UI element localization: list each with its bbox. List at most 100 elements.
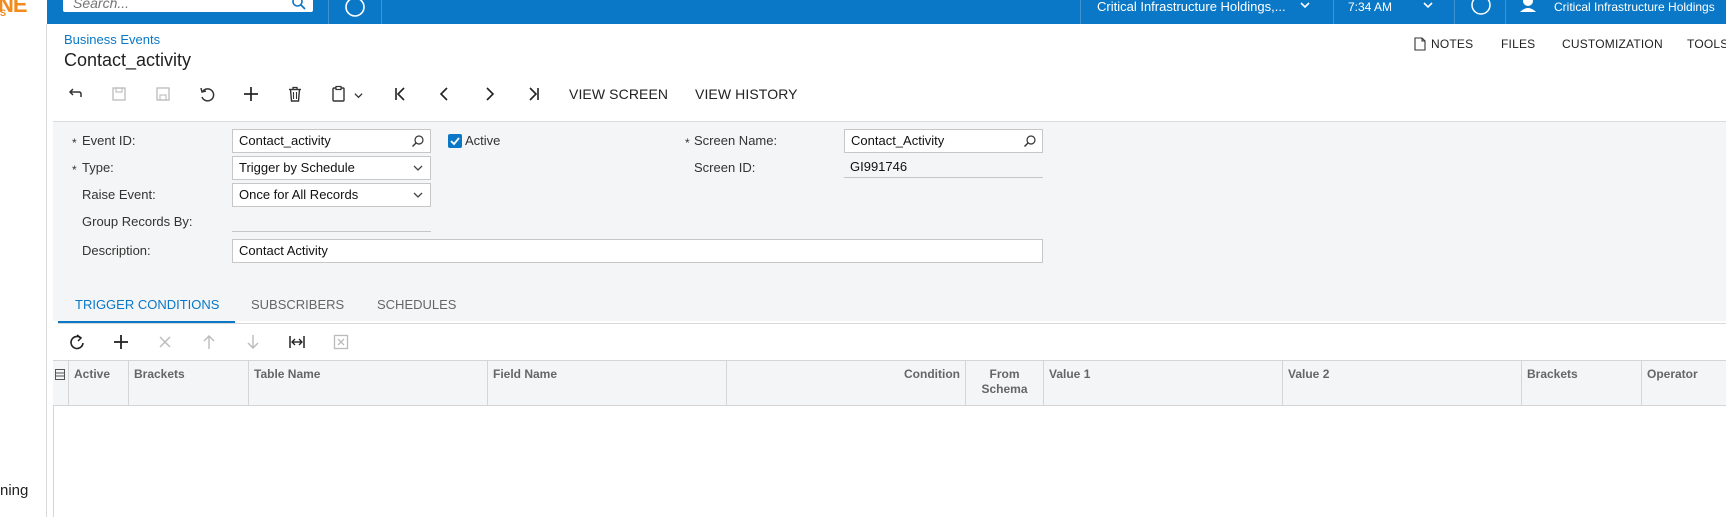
company-logo[interactable]: NE S	[0, 0, 47, 24]
customization-button[interactable]: CUSTOMIZATION	[1562, 37, 1663, 51]
first-record-button[interactable]	[386, 80, 416, 108]
active-label[interactable]: Active	[465, 133, 500, 148]
fit-columns-button[interactable]	[282, 328, 312, 356]
search-icon[interactable]	[291, 0, 307, 11]
required-marker: *	[72, 136, 77, 150]
last-record-button[interactable]	[518, 80, 548, 108]
group-records-label: Group Records By:	[82, 214, 193, 229]
group-records-field[interactable]	[232, 210, 431, 232]
tab-bar: TRIGGER CONDITIONS SUBSCRIBERS SCHEDULES	[58, 292, 1726, 324]
nav-item-label[interactable]: ning	[0, 482, 28, 499]
event-id-field[interactable]: Contact_activity	[232, 129, 431, 153]
tools-button[interactable]: TOOLS	[1687, 37, 1726, 51]
copy-paste-menu[interactable]	[324, 80, 368, 108]
column-selector[interactable]	[53, 361, 69, 406]
arrow-down-icon	[247, 335, 259, 349]
move-down-button[interactable]	[238, 328, 268, 356]
save-icon	[156, 87, 170, 101]
files-button[interactable]: FILES	[1501, 37, 1535, 51]
last-icon	[529, 87, 539, 101]
back-button[interactable]	[60, 80, 90, 108]
refresh-undo-icon	[200, 87, 215, 102]
checkmark-icon	[450, 137, 460, 146]
delete-button[interactable]	[280, 80, 310, 108]
plus-icon	[244, 87, 258, 101]
tab-trigger-conditions[interactable]: TRIGGER CONDITIONS	[58, 292, 235, 324]
plus-icon	[114, 335, 128, 349]
summary-form: * Event ID: Contact_activity Active * Sc…	[53, 121, 1726, 321]
screen-id-label: Screen ID:	[694, 160, 756, 175]
grid-header: Active Brackets Table Name Field Name Co…	[53, 360, 1726, 406]
column-header-brackets-close[interactable]: Brackets	[1522, 361, 1642, 406]
left-navigation: ning	[0, 24, 47, 517]
active-checkbox[interactable]	[448, 134, 462, 148]
screen-name-field[interactable]: Contact_Activity	[844, 129, 1043, 153]
user-avatar-icon	[1520, 0, 1536, 12]
column-header-value-2[interactable]: Value 2	[1283, 361, 1522, 406]
fit-width-icon	[289, 336, 305, 348]
tab-subscribers[interactable]: SUBSCRIBERS	[251, 292, 344, 324]
raise-event-select[interactable]: Once for All Records	[232, 183, 431, 207]
global-search[interactable]	[63, 0, 313, 12]
help-icon[interactable]	[1470, 0, 1492, 16]
screen-id-value: GI991746	[844, 156, 1043, 178]
next-record-button[interactable]	[474, 80, 504, 108]
chevron-down-icon	[413, 165, 423, 171]
type-label: Type:	[82, 160, 114, 175]
column-header-from-schema[interactable]: From Schema	[966, 361, 1044, 406]
required-marker: *	[72, 163, 77, 177]
export-excel-button[interactable]	[326, 328, 356, 356]
excel-icon	[333, 334, 349, 350]
save-button[interactable]	[148, 80, 178, 108]
column-header-operator[interactable]: Operator	[1642, 361, 1726, 406]
description-label: Description:	[82, 243, 151, 258]
type-select[interactable]: Trigger by Schedule	[232, 156, 431, 180]
description-field[interactable]: Contact Activity	[232, 239, 1043, 263]
cancel-button[interactable]	[192, 80, 222, 108]
view-screen-button[interactable]: VIEW SCREEN	[569, 86, 668, 102]
page-title: Contact_activity	[64, 50, 192, 70]
delete-row-button[interactable]	[150, 328, 180, 356]
user-name: Critical Infrastructure Holdings	[1554, 0, 1715, 14]
column-header-active[interactable]: Active	[69, 361, 129, 406]
note-icon	[1414, 37, 1426, 51]
recent-history-icon[interactable]	[340, 0, 370, 22]
raise-event-value: Once for All Records	[239, 187, 359, 202]
screen-name-value: Contact_Activity	[851, 133, 945, 148]
column-header-condition[interactable]: Condition	[727, 361, 966, 406]
notes-button[interactable]: NOTES	[1414, 37, 1473, 51]
raise-event-label: Raise Event:	[82, 187, 156, 202]
required-marker: *	[685, 136, 690, 150]
column-header-table-name[interactable]: Table Name	[249, 361, 488, 406]
breadcrumb[interactable]: Business Events	[64, 32, 160, 47]
search-icon[interactable]	[411, 134, 425, 148]
column-header-value-1[interactable]: Value 1	[1044, 361, 1283, 406]
column-header-field-name[interactable]: Field Name	[488, 361, 727, 406]
column-header-brackets[interactable]: Brackets	[129, 361, 249, 406]
previous-record-button[interactable]	[430, 80, 460, 108]
tab-divider	[58, 323, 1726, 324]
chevron-left-icon	[439, 87, 448, 101]
move-up-button[interactable]	[194, 328, 224, 356]
notes-label: NOTES	[1431, 37, 1474, 51]
trash-icon	[289, 86, 301, 102]
search-input[interactable]	[63, 0, 263, 12]
business-date-selector[interactable]: 7:34 AM	[1348, 0, 1392, 14]
screen-name-label: Screen Name:	[694, 133, 778, 148]
company-selector[interactable]: Critical Infrastructure Holdings,...	[1097, 0, 1332, 24]
add-button[interactable]	[236, 80, 266, 108]
chevron-right-icon	[486, 87, 495, 101]
clipboard-icon	[332, 85, 345, 102]
refresh-button[interactable]	[62, 328, 92, 356]
save-close-button[interactable]	[104, 80, 134, 108]
view-history-button[interactable]: VIEW HISTORY	[695, 86, 798, 102]
undo-arrow-icon	[68, 88, 82, 97]
close-icon	[159, 336, 171, 348]
chevron-down-icon	[413, 192, 423, 198]
grid-body[interactable]	[53, 406, 1726, 517]
tab-schedules[interactable]: SCHEDULES	[377, 292, 456, 324]
refresh-icon	[70, 334, 84, 350]
add-row-button[interactable]	[106, 328, 136, 356]
search-icon[interactable]	[1023, 134, 1037, 148]
chevron-down-icon[interactable]	[1422, 0, 1434, 12]
